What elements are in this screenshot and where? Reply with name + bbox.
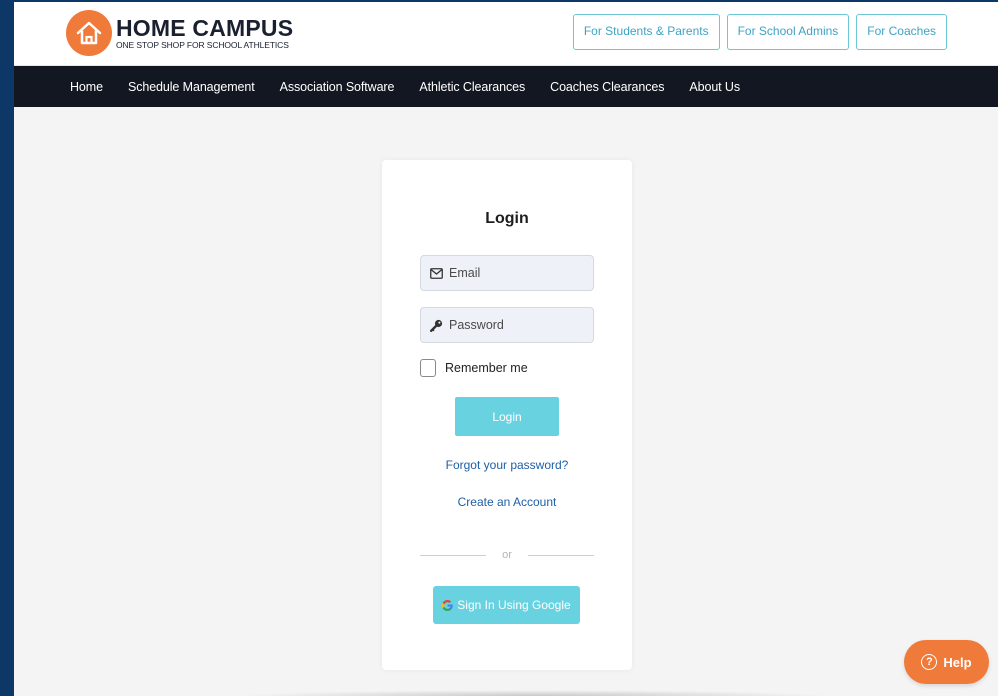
- password-field[interactable]: [420, 307, 594, 343]
- divider-or-label: or: [502, 549, 512, 561]
- password-input[interactable]: [449, 318, 589, 332]
- remember-me: Remember me: [420, 359, 528, 377]
- envelope-icon: [429, 266, 443, 280]
- school-admins-button[interactable]: For School Admins: [726, 14, 850, 50]
- house-icon: [66, 10, 112, 56]
- email-input[interactable]: [449, 266, 589, 280]
- key-icon: [429, 318, 443, 332]
- nav-item-athletic-clearances[interactable]: Athletic Clearances: [419, 80, 525, 94]
- google-sign-in-button[interactable]: Sign In Using Google: [433, 586, 580, 624]
- nav-item-about-us[interactable]: About Us: [689, 80, 740, 94]
- login-button[interactable]: Login: [455, 397, 559, 436]
- login-title: Login: [485, 210, 529, 227]
- create-account-link[interactable]: Create an Account: [382, 495, 632, 509]
- nav-item-home[interactable]: Home: [70, 80, 103, 94]
- students-parents-button[interactable]: For Students & Parents: [572, 14, 720, 50]
- logo[interactable]: HOME CAMPUS ONE STOP SHOP FOR SCHOOL ATH…: [66, 10, 293, 56]
- help-button[interactable]: ? Help: [904, 640, 989, 684]
- brand-title: HOME CAMPUS: [116, 14, 294, 41]
- remember-me-label[interactable]: Remember me: [445, 361, 528, 375]
- forgot-password-link[interactable]: Forgot your password?: [382, 458, 632, 472]
- google-sign-in-label: Sign In Using Google: [457, 598, 571, 612]
- nav-item-association-software[interactable]: Association Software: [280, 80, 395, 94]
- site-header: HOME CAMPUS ONE STOP SHOP FOR SCHOOL ATH…: [14, 2, 998, 66]
- question-circle-icon: ?: [921, 654, 938, 670]
- remember-me-checkbox[interactable]: [420, 359, 436, 377]
- help-label: Help: [943, 654, 972, 670]
- divider-line-right: [527, 554, 594, 556]
- email-field[interactable]: [420, 255, 594, 291]
- login-card: Login Remember: [382, 160, 632, 670]
- page-frame: HOME CAMPUS ONE STOP SHOP FOR SCHOOL ATH…: [14, 2, 998, 696]
- bottom-shadow: [234, 690, 834, 696]
- coaches-button[interactable]: For Coaches: [856, 14, 947, 50]
- or-divider: or: [420, 549, 594, 561]
- brand-tagline: ONE STOP SHOP FOR SCHOOL ATHLETICS: [116, 39, 289, 50]
- main-nav: Home Schedule Management Association Sof…: [14, 66, 998, 107]
- nav-item-schedule-management[interactable]: Schedule Management: [128, 80, 255, 94]
- nav-item-coaches-clearances[interactable]: Coaches Clearances: [550, 80, 664, 94]
- divider-line-left: [420, 554, 487, 556]
- audience-buttons: For Students & Parents For School Admins…: [572, 14, 947, 50]
- google-icon: [442, 599, 454, 611]
